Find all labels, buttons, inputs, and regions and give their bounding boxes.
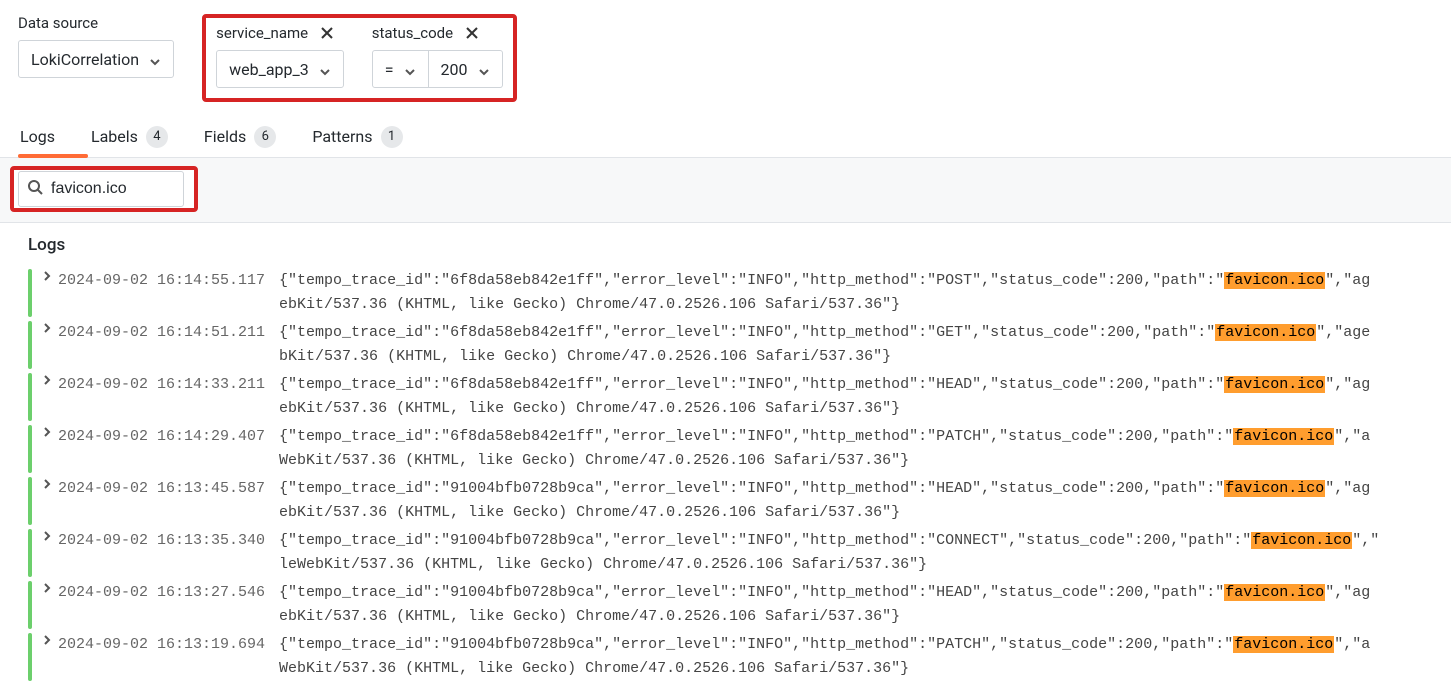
- tab-label: Fields: [204, 127, 246, 146]
- log-message: {"tempo_trace_id":"91004bfb0728b9ca","er…: [279, 529, 1379, 577]
- tab-count-badge: 4: [146, 126, 168, 148]
- chevron-down-icon: [478, 63, 490, 75]
- tab-labels[interactable]: Labels 4: [89, 116, 170, 157]
- log-level-bar: [28, 581, 32, 629]
- expand-log-button[interactable]: [40, 425, 54, 437]
- log-timestamp: 2024-09-02 16:13:45.587: [58, 477, 265, 501]
- log-level-bar: [28, 269, 32, 317]
- search-highlight: favicon.ico: [1224, 272, 1325, 289]
- log-message: {"tempo_trace_id":"91004bfb0728b9ca","er…: [279, 581, 1370, 629]
- log-message: {"tempo_trace_id":"91004bfb0728b9ca","er…: [279, 477, 1370, 525]
- filter-value-select[interactable]: 200: [429, 50, 503, 88]
- chevron-down-icon: [319, 63, 331, 75]
- log-row: 2024-09-02 16:14:51.211 {"tempo_trace_id"…: [28, 321, 1451, 369]
- filter-operator-select[interactable]: =: [372, 50, 429, 88]
- chevron-down-icon: [149, 53, 161, 65]
- filter-label: service_name: [216, 24, 308, 42]
- log-message: {"tempo_trace_id":"6f8da58eb842e1ff","er…: [279, 373, 1370, 421]
- expand-log-button[interactable]: [40, 633, 54, 645]
- log-timestamp: 2024-09-02 16:13:35.340: [58, 529, 265, 553]
- expand-log-button[interactable]: [40, 529, 54, 541]
- filters-highlight-box: service_name web_app_3 status_code: [202, 14, 516, 102]
- expand-log-button[interactable]: [40, 373, 54, 385]
- filter-value: web_app_3: [229, 60, 309, 79]
- log-row: 2024-09-02 16:13:35.340 {"tempo_trace_id"…: [28, 529, 1451, 577]
- search-highlight: favicon.ico: [1233, 428, 1334, 445]
- log-timestamp: 2024-09-02 16:14:55.117: [58, 269, 265, 293]
- tab-fields[interactable]: Fields 6: [202, 116, 278, 157]
- log-level-bar: [28, 321, 32, 369]
- expand-log-button[interactable]: [40, 269, 54, 281]
- search-highlight: favicon.ico: [1251, 532, 1352, 549]
- tab-patterns[interactable]: Patterns 1: [310, 116, 404, 157]
- log-level-bar: [28, 425, 32, 473]
- filter-label: status_code: [372, 24, 453, 42]
- tab-count-badge: 6: [254, 126, 276, 148]
- logs-title: Logs: [28, 235, 1451, 255]
- search-highlight: favicon.ico: [1224, 376, 1325, 393]
- log-timestamp: 2024-09-02 16:13:19.694: [58, 633, 265, 657]
- log-level-bar: [28, 477, 32, 525]
- filter-operator: =: [385, 60, 394, 79]
- filter-status-code: status_code = 200: [372, 24, 503, 88]
- datasource-select[interactable]: LokiCorrelation: [18, 40, 174, 78]
- tab-logs[interactable]: Logs: [18, 116, 57, 157]
- log-level-bar: [28, 373, 32, 421]
- expand-log-button[interactable]: [40, 581, 54, 593]
- log-row: 2024-09-02 16:13:27.546 {"tempo_trace_id"…: [28, 581, 1451, 629]
- log-row: 2024-09-02 16:13:45.587 {"tempo_trace_id"…: [28, 477, 1451, 525]
- log-message: {"tempo_trace_id":"6f8da58eb842e1ff","er…: [279, 425, 1370, 473]
- tab-label: Labels: [91, 127, 138, 146]
- log-row: 2024-09-02 16:13:19.694 {"tempo_trace_id"…: [28, 633, 1451, 681]
- filter-value-select[interactable]: web_app_3: [216, 50, 344, 88]
- logs-panel: Logs 2024-09-02 16:14:55.117 {"tempo_trac…: [0, 223, 1451, 681]
- log-timestamp: 2024-09-02 16:14:29.407: [58, 425, 265, 449]
- search-highlight: favicon.ico: [1215, 324, 1316, 341]
- log-row: 2024-09-02 16:14:55.117 {"tempo_trace_id"…: [28, 269, 1451, 317]
- filter-service-name: service_name web_app_3: [216, 24, 344, 88]
- remove-filter-button[interactable]: [318, 24, 336, 42]
- search-row: [0, 158, 1451, 223]
- log-message: {"tempo_trace_id":"91004bfb0728b9ca","er…: [279, 633, 1370, 681]
- datasource-value: LokiCorrelation: [31, 50, 139, 69]
- search-highlight-box: [10, 166, 198, 212]
- search-highlight: favicon.ico: [1224, 584, 1325, 601]
- expand-log-button[interactable]: [40, 477, 54, 489]
- log-message: {"tempo_trace_id":"6f8da58eb842e1ff","er…: [279, 321, 1370, 369]
- log-row: 2024-09-02 16:14:33.211 {"tempo_trace_id"…: [28, 373, 1451, 421]
- datasource-label: Data source: [18, 14, 98, 32]
- filter-value: 200: [441, 60, 468, 79]
- search-input[interactable]: [49, 179, 159, 199]
- expand-log-button[interactable]: [40, 321, 54, 333]
- log-level-bar: [28, 633, 32, 681]
- search-highlight: favicon.ico: [1224, 480, 1325, 497]
- tab-count-badge: 1: [381, 126, 403, 148]
- log-row: 2024-09-02 16:14:29.407 {"tempo_trace_id"…: [28, 425, 1451, 473]
- log-message: {"tempo_trace_id":"6f8da58eb842e1ff","er…: [279, 269, 1370, 317]
- tab-label: Patterns: [312, 127, 372, 146]
- datasource-field: Data source LokiCorrelation: [18, 14, 174, 78]
- log-timestamp: 2024-09-02 16:14:51.211: [58, 321, 265, 345]
- search-input-wrapper[interactable]: [18, 171, 184, 207]
- search-icon: [27, 179, 43, 199]
- remove-filter-button[interactable]: [463, 24, 481, 42]
- chevron-down-icon: [404, 63, 416, 75]
- tabs: Logs Labels 4 Fields 6 Patterns 1: [0, 116, 1451, 158]
- log-timestamp: 2024-09-02 16:13:27.546: [58, 581, 265, 605]
- log-level-bar: [28, 529, 32, 577]
- log-timestamp: 2024-09-02 16:14:33.211: [58, 373, 265, 397]
- tab-label: Logs: [20, 127, 55, 146]
- search-highlight: favicon.ico: [1233, 636, 1334, 653]
